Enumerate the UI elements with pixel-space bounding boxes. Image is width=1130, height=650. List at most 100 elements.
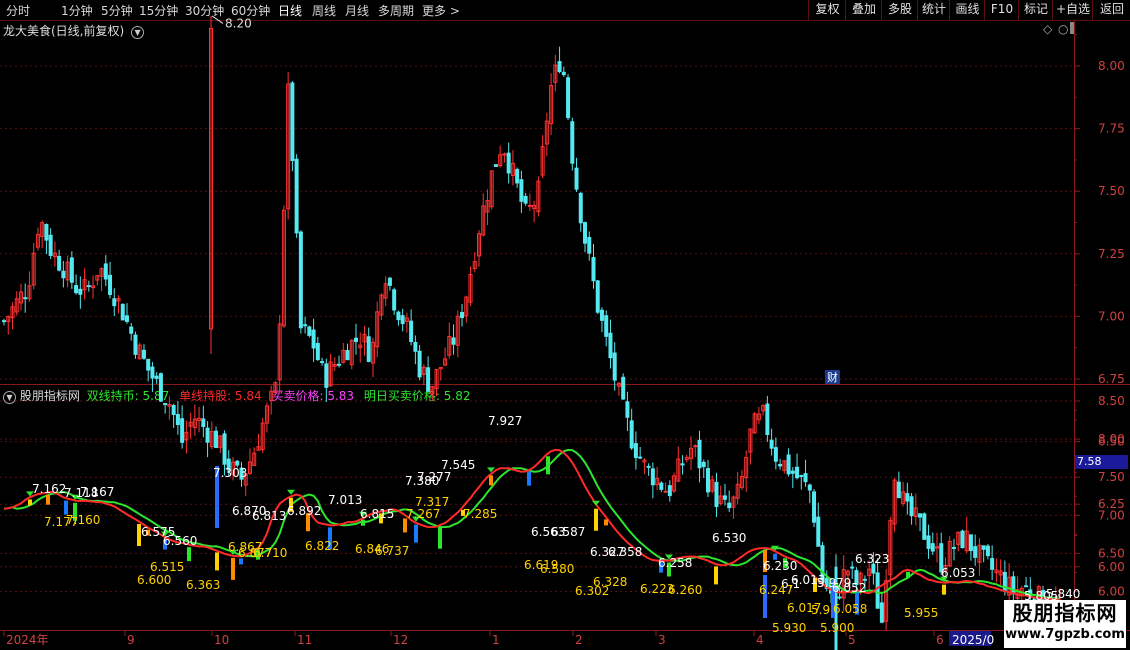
signal-arrow [592,500,600,506]
candle-body [985,545,990,557]
x-tick-label: 5 [848,633,856,647]
y-tick-label: 6.50 [1098,546,1125,560]
candle-body [990,558,995,570]
x-tick-label: 12 [393,633,408,647]
candle-body [722,495,727,500]
indicator-label-yellow: 6.260 [668,583,702,597]
candle-body [968,534,973,552]
indicator-label-yellow: 5.955 [904,606,938,620]
y-tick-label: 7.25 [1098,247,1125,261]
candle-body [133,334,138,355]
watermark-line1: 股朋指标网 [1012,601,1118,625]
candle-body [112,298,117,307]
high-pointer [211,15,224,24]
candle-body [527,204,532,207]
indicator-label-white: 6.813 [252,509,286,523]
candle-body [120,303,125,321]
candle-body [659,482,664,490]
x-tick-label: 6 [936,633,944,647]
y-tick-label: 7.00 [1098,309,1125,323]
y-tick-label: 6.75 [1098,372,1125,386]
signal-arrow [287,489,295,495]
candle-body [807,484,812,491]
candle-body [78,288,83,295]
candle-body [23,297,28,300]
indicator-label-white: 7.167 [80,485,114,499]
candle-body [320,361,325,364]
candle-body [171,404,176,415]
candle-body [816,516,821,547]
indicator-label-white: 7.162 [32,482,66,496]
candle-body [786,454,791,475]
x-tick-label: 2 [575,633,583,647]
indicator-label-white: 7.927 [488,414,522,428]
signal-bar [527,471,531,486]
signal-bar [414,524,418,543]
candle-body [973,546,978,558]
x-tick-label: 1 [492,633,500,647]
candle-body [769,439,774,449]
y-tick-label: 7.00 [1098,508,1125,522]
x-tick-label: 4 [756,633,764,647]
candle-body [960,530,965,549]
candle-body [701,461,706,468]
candle-body [795,466,800,479]
candle-body [515,168,520,184]
candle-body [574,167,579,190]
candle-body [926,535,931,549]
y-tick-label: 8.00 [1098,59,1125,73]
indicator-label-white: 6.053 [941,566,975,580]
stock-chart: 7.1627.1187.1676.5756.5607.3036.8706.813… [0,15,1125,650]
x-tick-label: 9 [127,633,135,647]
indicator-label-yellow: 6.363 [186,578,220,592]
indicator-label-white: 7.013 [328,493,362,507]
candle-body [591,257,596,282]
candle-body [409,320,414,343]
candle-body [650,468,655,486]
candle-body [158,373,163,402]
candle-body [680,463,685,466]
candle-body [765,403,770,435]
candle-body [108,274,113,295]
signal-bar [28,499,32,506]
candle-body [951,547,956,550]
candle-body [451,337,456,345]
indicator-label-white: 6.587 [551,525,585,539]
candle-body [387,277,392,286]
indicator-label-yellow: 7.160 [66,513,100,527]
candle-body [303,324,308,327]
candle-body [354,337,358,342]
candle-body [69,257,74,283]
candle-body [180,418,185,443]
indicator-label-white: 6.358 [608,545,642,559]
candle-body [896,481,901,499]
indicator-label-yellow: 5.930 [772,621,806,635]
indicator-label-yellow: 6.515 [150,560,184,574]
candle-body [604,315,609,337]
candle-body [909,496,914,517]
x-tick-label: 10 [214,633,229,647]
candle-body [460,311,465,319]
candle-body [608,332,613,359]
candle-body [773,447,778,462]
candle-body [235,460,240,466]
candle-body [875,572,880,609]
candle-body [905,493,910,502]
candle-body [523,195,528,204]
y-tick-label: 8.50 [1098,394,1125,408]
candle-body [103,263,108,280]
candle-body [124,315,129,322]
indicator-label-yellow: 5.9 [811,603,830,617]
candle-body [697,439,702,469]
candle-body [205,427,210,443]
candle-body [413,341,418,352]
y-tick-label: 7.50 [1098,184,1125,198]
indicator-label-white: 6.230 [763,559,797,573]
indicator-label-white: 7.545 [441,458,475,472]
candle-body [57,256,62,271]
candle-body [506,152,511,174]
y-axis-labels: 8.007.757.507.257.006.756.506.256.008.50… [1098,59,1125,599]
site-watermark: 股朋指标网 www.7gpzb.com [1004,600,1126,648]
y-tick-label: 7.75 [1098,122,1125,136]
indicator-label-yellow: 6.247 [759,583,793,597]
